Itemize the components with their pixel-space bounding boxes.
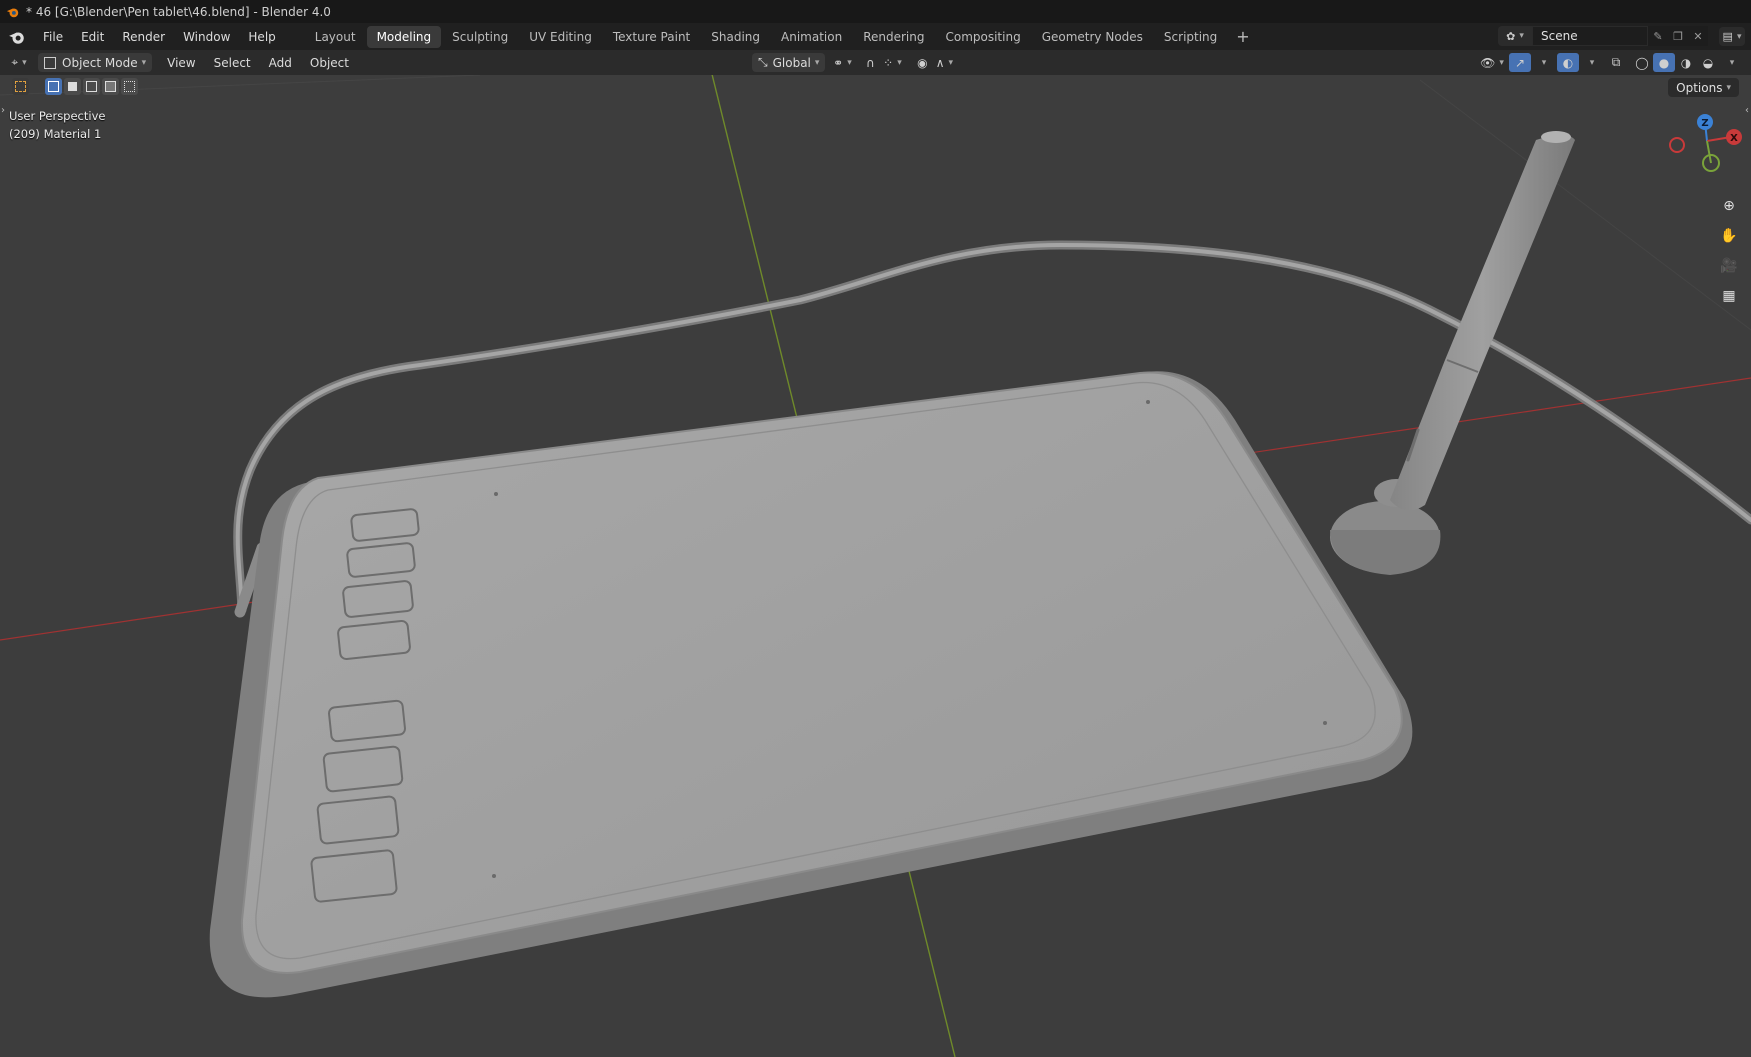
menu-render[interactable]: Render <box>113 27 174 47</box>
shading-dropdown-icon[interactable]: ▾ <box>1719 53 1741 72</box>
rendered-shading-icon[interactable]: ◒ <box>1697 53 1719 72</box>
select-extend-icon[interactable] <box>64 78 81 95</box>
transform-orientation-icon: ⤡ <box>758 55 768 69</box>
camera-view-icon[interactable]: 🎥 <box>1718 255 1740 277</box>
menu-view[interactable]: View <box>158 53 204 73</box>
sidebar-toggle-icon[interactable]: ‹ <box>1745 105 1749 116</box>
snap-icon[interactable]: ∩ <box>859 53 881 72</box>
window-titlebar: * 46 [G:\Blender\Pen tablet\46.blend] - … <box>0 0 1751 23</box>
options-dropdown[interactable]: Options ▾ <box>1668 78 1739 97</box>
menu-add[interactable]: Add <box>260 53 301 73</box>
neg-x-axis-handle <box>1669 137 1685 153</box>
zoom-icon[interactable]: ⊕ <box>1718 195 1740 217</box>
scene-render <box>0 75 1751 1057</box>
tab-uv-editing[interactable]: UV Editing <box>519 26 602 48</box>
xray-icon[interactable]: ⧉ <box>1605 53 1627 72</box>
tab-texture-paint[interactable]: Texture Paint <box>603 26 700 48</box>
menu-window[interactable]: Window <box>174 27 239 47</box>
svg-text:Z: Z <box>1701 118 1708 129</box>
menu-object[interactable]: Object <box>301 53 358 73</box>
pin-icon[interactable]: ✎ <box>1648 26 1668 46</box>
select-tool-icon[interactable] <box>12 78 29 95</box>
options-label: Options <box>1676 80 1723 95</box>
tab-rendering[interactable]: Rendering <box>853 26 934 48</box>
svg-text:X: X <box>1730 133 1738 144</box>
visibility-icon[interactable]: 👁 ▾ <box>1480 53 1504 72</box>
gizmo-icon[interactable]: ↗ <box>1509 53 1531 72</box>
blender-menu-icon[interactable] <box>8 28 26 46</box>
gizmo-dropdown-icon[interactable]: ▾ <box>1531 53 1553 72</box>
view-layer-icon[interactable]: ▤ ▾ <box>1719 27 1745 46</box>
select-mode-row <box>12 78 140 95</box>
select-invert-icon[interactable] <box>102 78 119 95</box>
orientation-dropdown[interactable]: ⤡ Global ▾ <box>752 53 826 72</box>
tab-modeling[interactable]: Modeling <box>366 25 442 48</box>
blender-logo-icon <box>6 8 19 17</box>
tab-scripting[interactable]: Scripting <box>1154 26 1227 48</box>
navigation-gizmo[interactable]: Z X <box>1661 113 1751 193</box>
tab-animation[interactable]: Animation <box>771 26 852 48</box>
tab-geometry-nodes[interactable]: Geometry Nodes <box>1032 26 1153 48</box>
menu-select[interactable]: Select <box>205 53 260 73</box>
tab-shading[interactable]: Shading <box>701 26 770 48</box>
menu-file[interactable]: File <box>34 27 72 47</box>
mode-dropdown[interactable]: Object Mode ▾ <box>38 53 153 72</box>
select-subtract-icon[interactable] <box>83 78 100 95</box>
stylus-pen <box>1390 135 1575 511</box>
menu-help[interactable]: Help <box>239 27 284 47</box>
scene-selector: ✿ ▾ Scene ✎ ❐ ✕ <box>1498 26 1708 46</box>
menu-edit[interactable]: Edit <box>72 27 113 47</box>
mode-label: Object Mode <box>62 55 138 70</box>
tab-sculpting[interactable]: Sculpting <box>442 26 518 48</box>
viewport-header: ⌖ ▾ Object Mode ▾ View Select Add Object ⤡… <box>0 50 1751 75</box>
transform-pivot-icon[interactable]: ⚭ ▾ <box>831 53 853 72</box>
close-icon[interactable]: ✕ <box>1688 26 1708 46</box>
new-scene-icon[interactable]: ❐ <box>1668 26 1688 46</box>
toolbar-toggle-icon[interactable]: › <box>1 105 5 116</box>
overlay-icon[interactable]: ◐ <box>1557 53 1579 72</box>
select-new-icon[interactable] <box>45 78 62 95</box>
material-shading-icon[interactable]: ◑ <box>1675 53 1697 72</box>
topbar: File Edit Render Window Help Layout Mode… <box>0 23 1751 50</box>
falloff-icon[interactable]: ∧ ▾ <box>933 53 955 72</box>
overlay-dropdown-icon[interactable]: ▾ <box>1579 53 1601 72</box>
solid-shading-icon[interactable]: ● <box>1653 53 1675 72</box>
hand-pan-icon[interactable]: ✋ <box>1718 225 1740 247</box>
select-intersect-icon[interactable] <box>121 78 138 95</box>
ortho-grid-icon[interactable]: ▦ <box>1718 285 1740 307</box>
scene-icon[interactable]: ✿ ▾ <box>1498 26 1532 46</box>
snap-target-icon[interactable]: ⁘ ▾ <box>881 53 903 72</box>
window-title: * 46 [G:\Blender\Pen tablet\46.blend] - … <box>26 4 331 19</box>
scene-name-field[interactable]: Scene <box>1532 26 1648 46</box>
viewport-perspective-label: User Perspective <box>9 109 106 123</box>
tab-layout[interactable]: Layout <box>305 26 366 48</box>
wireframe-shading-icon[interactable]: ◯ <box>1631 53 1653 72</box>
active-object-label: (209) Material 1 <box>9 127 102 141</box>
add-workspace-button[interactable]: + <box>1228 27 1257 46</box>
viewport-3d[interactable]: User Perspective (209) Material 1 Z X ⊕ … <box>0 75 1751 1057</box>
orientation-label: Global <box>772 55 811 70</box>
object-mode-icon <box>44 56 56 69</box>
editor-type-icon[interactable]: ⌖ ▾ <box>8 53 30 72</box>
tab-compositing[interactable]: Compositing <box>935 26 1030 48</box>
proportional-edit-icon[interactable]: ◉ <box>911 53 933 72</box>
